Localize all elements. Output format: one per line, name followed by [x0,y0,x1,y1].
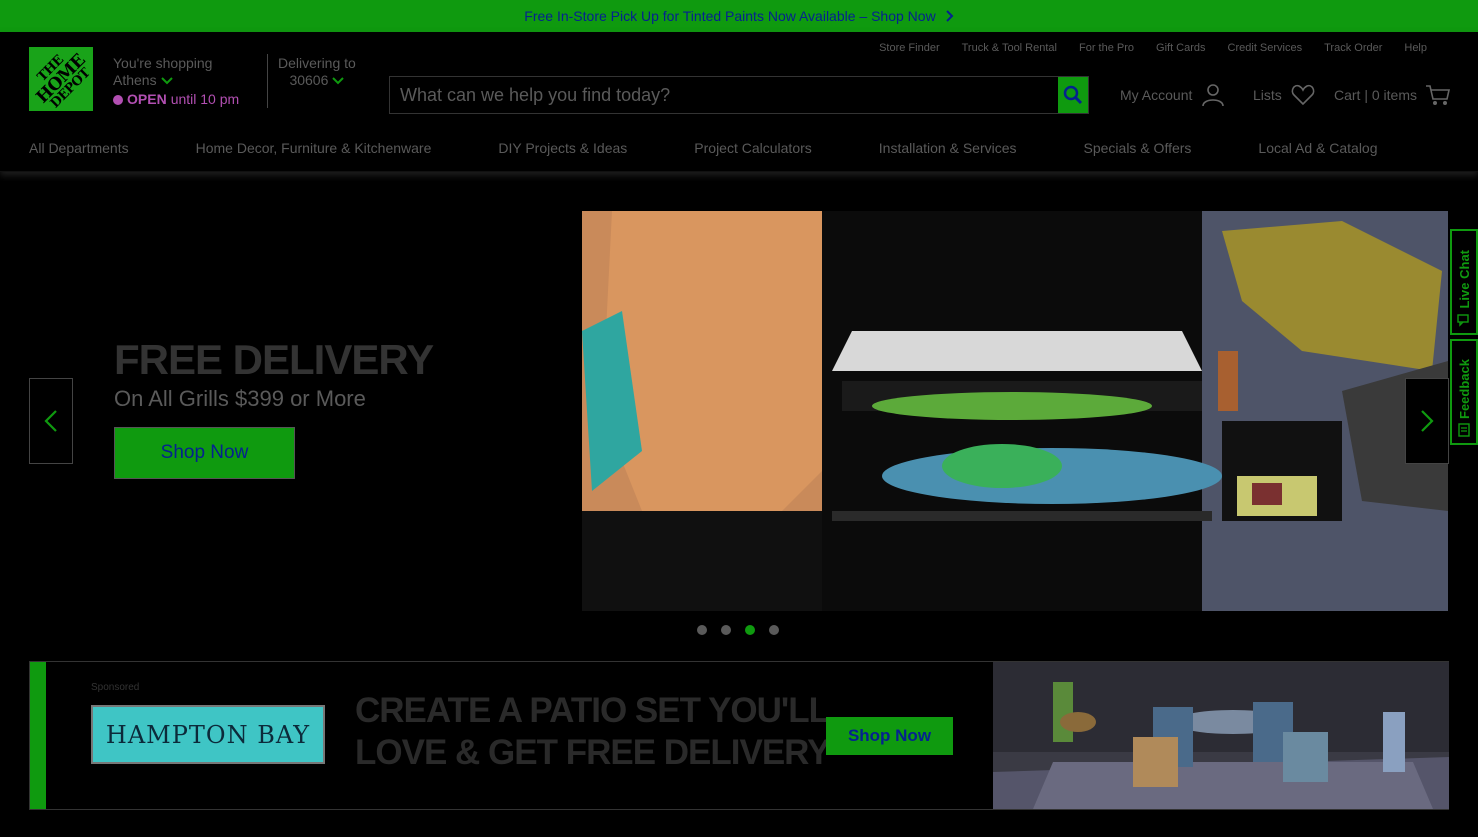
util-link-track-order[interactable]: Track Order [1324,42,1382,54]
delivery-label: Delivering to [278,55,356,71]
chevron-down-icon [332,76,345,84]
cart-icon [1426,85,1450,105]
util-link-credit-services[interactable]: Credit Services [1228,42,1303,54]
chevron-left-icon [44,410,57,432]
store-hours: until 10 pm [170,91,240,107]
nav-installation-services[interactable]: Installation & Services [879,140,1017,156]
logo-text: THE HOME DEPOT [32,50,93,111]
carousel-dot-3[interactable] [745,625,755,635]
my-account-label: My Account [1120,87,1193,103]
hero-title: FREE DELIVERY [114,336,434,383]
nav-home-decor[interactable]: Home Decor, Furniture & Kitchenware [196,140,432,156]
carousel-dot-1[interactable] [697,625,707,635]
delivery-zip: 30606 [289,72,329,88]
hero-shop-now-button[interactable]: Shop Now [114,427,295,479]
sponsored-banner[interactable]: Sponsored HAMPTON BAY CREATE A PATIO SET… [29,661,1449,810]
store-label: You're shopping [113,55,213,71]
nav-specials-offers[interactable]: Specials & Offers [1084,140,1192,156]
lists-label: Lists [1253,87,1282,103]
util-link-gift-cards[interactable]: Gift Cards [1156,42,1206,54]
cart-label: Cart | 0 items [1334,87,1417,103]
util-link-for-the-pro[interactable]: For the Pro [1079,42,1134,54]
banner-shop-now-button[interactable]: Shop Now [826,717,953,755]
delivery-zip-selector[interactable]: Delivering to 30606 [278,55,356,89]
heart-icon [1291,84,1315,106]
carousel-next-button[interactable] [1405,378,1449,464]
store-selector[interactable]: You're shopping Athens OPEN until 10 pm [113,55,239,108]
banner-accent-stripe [30,662,46,809]
patio-set-image [993,662,1449,809]
search-input[interactable] [390,77,1058,113]
nav-diy-projects[interactable]: DIY Projects & Ideas [498,140,627,156]
live-chat-label: Live Chat [1456,250,1472,309]
feedback-icon [1458,423,1470,437]
hero-grill-image[interactable] [582,211,1448,611]
banner-headline: CREATE A PATIO SET YOU'LL LOVE & GET FRE… [355,691,830,772]
promo-text[interactable]: Free In-Store Pick Up for Tinted Paints … [524,8,935,24]
util-link-store-finder[interactable]: Store Finder [879,42,940,54]
carousel-dot-4[interactable] [769,625,779,635]
carousel-dots [697,625,779,635]
chevron-right-icon [945,10,954,22]
cart-button[interactable]: Cart | 0 items [1334,82,1451,108]
util-link-truck-tool-rental[interactable]: Truck & Tool Rental [962,42,1057,54]
store-city: Athens [113,72,157,88]
user-icon [1202,84,1225,107]
grill-photo [582,211,1448,611]
main-nav: All Departments Home Decor, Furniture & … [29,140,1378,156]
feedback-tab[interactable]: Feedback [1450,339,1478,445]
chevron-down-icon [160,76,173,84]
hero-subtitle: On All Grills $399 or More [114,386,366,411]
nav-all-departments[interactable]: All Departments [29,140,129,156]
promo-bar[interactable]: Free In-Store Pick Up for Tinted Paints … [0,0,1478,32]
chat-icon [1457,314,1469,327]
feedback-label: Feedback [1456,359,1472,419]
search-button[interactable] [1058,77,1088,113]
home-depot-logo[interactable]: THE HOME DEPOT [29,47,93,111]
hampton-bay-logo: HAMPTON BAY [91,705,325,764]
chevron-right-icon [1421,410,1434,432]
sponsored-label: Sponsored [91,682,140,693]
nav-project-calculators[interactable]: Project Calculators [694,140,812,156]
patio-photo [993,662,1449,809]
nav-local-ad-catalog[interactable]: Local Ad & Catalog [1258,140,1377,156]
live-chat-tab[interactable]: Live Chat [1450,229,1478,335]
search-icon [1063,85,1083,105]
header-divider [267,54,268,108]
carousel-dot-2[interactable] [721,625,731,635]
store-status: OPEN [127,91,167,107]
search-bar [389,76,1089,114]
util-link-help[interactable]: Help [1404,42,1427,54]
status-dot-icon [113,94,123,105]
site-header: THE HOME DEPOT You're shopping Athens OP… [0,32,1478,172]
lists-button[interactable]: Lists [1253,82,1316,108]
utility-links: Store Finder Truck & Tool Rental For the… [879,42,1427,54]
my-account-button[interactable]: My Account [1120,82,1226,108]
carousel-prev-button[interactable] [29,378,73,464]
